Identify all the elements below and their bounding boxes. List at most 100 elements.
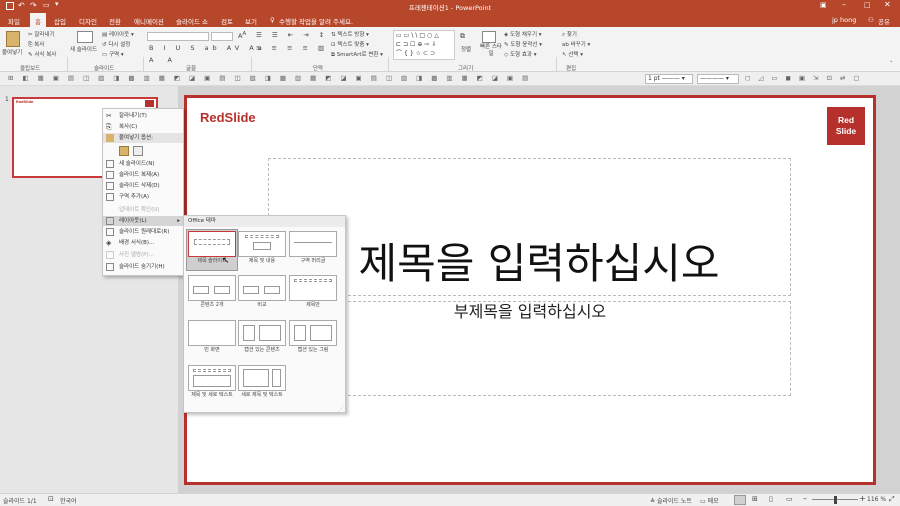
menu-format-background[interactable]: ◈ 배경 서식(B)... (103, 238, 183, 248)
collapse-ribbon-icon[interactable]: ˄ (890, 61, 893, 67)
toolbar-icons-right[interactable]: ◻◿▭◼▣⇲⊡⇄▢ (745, 74, 868, 82)
layout-button[interactable]: ▤ 레이아웃 ▾ (102, 30, 134, 38)
tab-animations[interactable]: 애니메이션 (134, 16, 164, 26)
tab-slideshow[interactable]: 슬라이드 쇼 (176, 16, 208, 26)
menu-delete-slide[interactable]: 슬라이드 삭제(D) (103, 181, 183, 191)
new-slide-button[interactable]: 새 슬라이드 (70, 45, 97, 53)
paste-picture-icon[interactable] (133, 146, 143, 156)
layout-comparison[interactable] (238, 275, 286, 301)
zoom-level[interactable]: 116 % (867, 496, 886, 503)
share-button[interactable]: 공유 (878, 16, 890, 26)
list-icons[interactable]: ☰ ☰ ⇤ ⇥ ↕ (256, 31, 328, 39)
paint-bucket-icon: ◈ (106, 239, 112, 247)
paste-keep-format-icon[interactable] (119, 146, 129, 156)
reading-view-icon[interactable]: ▯ (769, 495, 773, 503)
shape-effects-button[interactable]: ◇ 도형 효과 ▾ (504, 50, 537, 58)
menu-hide-slide[interactable]: 슬라이드 숨기기(H) (103, 262, 183, 272)
select-button[interactable]: ↖ 선택 ▾ (562, 50, 583, 58)
text-direction-button[interactable]: ⇅ 텍스트 방향 ▾ (331, 30, 369, 38)
menu-copy[interactable]: ⎘ 복사(C) (103, 122, 183, 132)
maximize-button[interactable]: □ (864, 1, 871, 9)
menu-paste-label: 붙여넣기 옵션: (119, 135, 153, 141)
new-slide-icon[interactable] (77, 31, 93, 43)
clipboard-icon[interactable] (6, 31, 20, 47)
layout-label-title-only: 제목만 (306, 302, 320, 308)
align-text-button[interactable]: ⊡ 텍스트 맞춤 ▾ (331, 40, 369, 48)
tab-design[interactable]: 디자인 (79, 16, 97, 26)
layout-label: 레이아웃 (108, 32, 130, 38)
reset-button[interactable]: ↺ 다시 설정 (102, 40, 130, 48)
layout-title-slide[interactable] (188, 231, 236, 257)
tab-home[interactable]: 홈 (35, 16, 41, 26)
lightbulb-icon: ♀ (270, 16, 275, 24)
fit-slide-icon[interactable]: ⤢ (889, 495, 895, 504)
menu-add-section[interactable]: 구역 추가(A) (103, 192, 183, 202)
layout-vertical-title-text[interactable] (238, 365, 286, 391)
shape-fill-button[interactable]: ◈ 도형 채우기 ▾ (504, 30, 542, 38)
tab-transitions[interactable]: 전환 (109, 16, 121, 26)
normal-view-icon[interactable] (734, 495, 746, 505)
tell-me-box[interactable]: 수행할 작업을 알려 주세요. (279, 16, 353, 26)
font-name-box[interactable] (147, 32, 209, 41)
zoom-out-icon[interactable]: – (803, 494, 807, 503)
arrange-icon[interactable]: ⧉ (460, 32, 465, 41)
menu-layout[interactable]: 레이아웃(L) ▸ (103, 216, 183, 226)
person-icon[interactable]: ⚇ (868, 16, 874, 24)
find-button[interactable]: ⌕ 찾기 (562, 30, 577, 39)
align-icons[interactable]: ≡ ≡ ≡ ≡ ▥ (256, 44, 328, 52)
layout-shape (253, 242, 271, 250)
menu-duplicate-slide[interactable]: 슬라이드 복제(A) (103, 170, 183, 180)
menu-cut[interactable]: ✂ 잘라내기(T) (103, 111, 183, 121)
quick-styles-icon[interactable] (482, 31, 496, 43)
close-button[interactable]: ✕ (884, 0, 891, 9)
resize-grip-icon[interactable]: ⋰ (339, 406, 344, 412)
grow-font-icon[interactable]: AA (238, 31, 246, 40)
font-format-icons[interactable]: B I U S ab AV Aa (149, 44, 266, 52)
slideshow-view-icon[interactable]: ▭ (786, 495, 793, 503)
tab-review[interactable]: 검토 (221, 16, 233, 26)
menu-new-slide[interactable]: 새 슬라이드(N) (103, 159, 183, 169)
arrange-button[interactable]: 정렬 (461, 45, 471, 53)
reset-slide-icon (106, 228, 114, 236)
sorter-view-icon[interactable]: ⊞ (752, 495, 758, 503)
font-size-box[interactable] (211, 32, 233, 41)
language-indicator[interactable]: 한국어 (60, 496, 77, 505)
tab-view[interactable]: 보기 (245, 16, 257, 26)
paste-button[interactable]: 붙여넣기 (2, 48, 22, 56)
layout-two-content[interactable] (188, 275, 236, 301)
notes-button[interactable]: ≜ 슬라이드 노트 (650, 496, 692, 505)
tab-file[interactable]: 파일 (8, 16, 20, 26)
toolbar-icons-left[interactable]: ⊞◧▦▣▤◫▧◨▩▥▦◩◪▣▤◫▧◨▩▥▦◩◪▣▤◫▧◨▩▥▦◩◪▣▤ (8, 74, 537, 82)
shapes-gallery[interactable]: ▭▭\\□○△ ⊏⊐☐⊕⇨⇩ ⌒{}☆⊂⊃ (393, 30, 455, 60)
menu-layout-label: 레이아웃(L) (119, 218, 147, 224)
layout-shape (194, 239, 230, 245)
comments-button[interactable]: ▭ 메모 (700, 496, 719, 505)
cut-button[interactable]: ✂ 잘라내기 (28, 30, 55, 38)
copy-button[interactable]: ⎘ 복사 (28, 40, 44, 49)
zoom-slider-thumb[interactable] (834, 496, 837, 504)
quick-styles-button[interactable]: 빠른 스타일 (478, 44, 504, 58)
ribbon-display-icon[interactable]: ▣ (820, 1, 827, 9)
zoom-in-icon[interactable]: + (859, 494, 866, 503)
tab-insert[interactable]: 삽입 (54, 16, 66, 26)
proofing-icon[interactable]: ⊡ (48, 495, 54, 503)
line-style-select[interactable]: ———— ▾ (697, 74, 739, 84)
layout-title-only[interactable] (289, 275, 337, 301)
menu-reset-slide[interactable]: 슬라이드 원래대로(R) (103, 227, 183, 237)
line-weight-select[interactable]: 1 pt ——— ▾ (645, 74, 693, 84)
format-painter-button[interactable]: ✎ 서식 복사 (28, 50, 56, 58)
font-color-icons[interactable]: A A (149, 56, 178, 64)
section-button[interactable]: ▭ 구역 ▾ (102, 50, 124, 58)
layout-section-header[interactable] (289, 231, 337, 257)
layout-picture-caption[interactable] (289, 320, 337, 346)
layout-title-content[interactable] (238, 231, 286, 257)
layout-content-caption[interactable] (238, 320, 286, 346)
group-editing: 편집 (566, 66, 577, 72)
smartart-button[interactable]: ⧉ SmartArt로 변환 ▾ (331, 50, 383, 59)
layout-title-vertical-text[interactable] (188, 365, 236, 391)
minimize-button[interactable]: – (842, 0, 846, 9)
user-name[interactable]: jp hong (832, 16, 856, 24)
replace-button[interactable]: ab 바꾸기 ▾ (562, 40, 590, 48)
layout-blank[interactable] (188, 320, 236, 346)
shape-outline-button[interactable]: ✎ 도형 윤곽선 ▾ (504, 40, 542, 48)
